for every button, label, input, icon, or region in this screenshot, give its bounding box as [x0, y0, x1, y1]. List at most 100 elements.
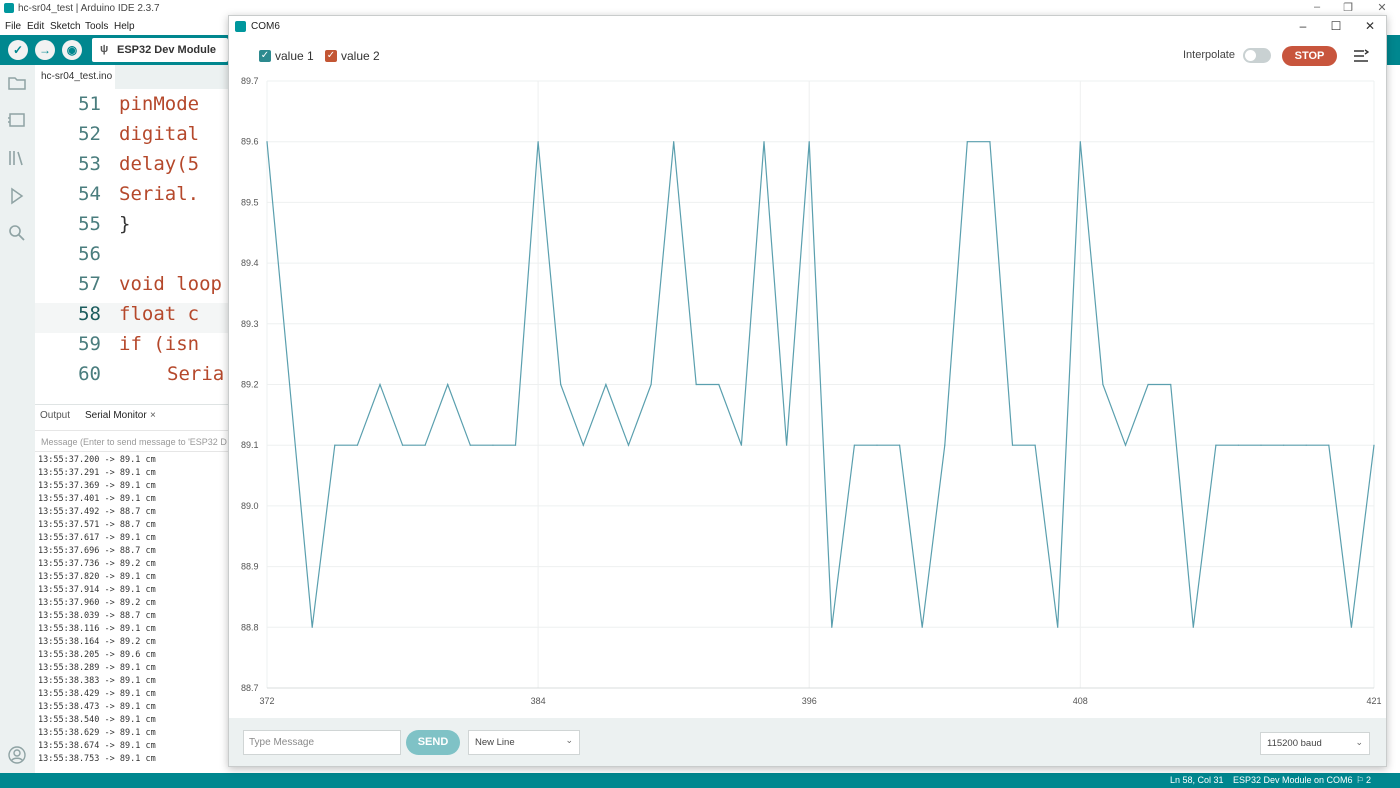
- x-tick-label: 372: [259, 696, 274, 706]
- code-line: 60 Seria: [35, 363, 230, 393]
- baud-rate-value: 115200 baud: [1267, 738, 1322, 749]
- data-point: [740, 444, 743, 446]
- plot-area: 89.7 89.6 89.5 89.4 89.3 89.2 89.1 89.0 88.9 88.8…: [229, 76, 1386, 716]
- data-point: [944, 444, 946, 446]
- legend-label: value 1: [275, 49, 314, 63]
- close-icon[interactable]: ✕: [1375, 1, 1389, 14]
- chevron-down-icon: ⌄: [565, 735, 573, 745]
- code-text: Seria: [167, 363, 225, 385]
- menu-sketch[interactable]: Sketch: [50, 21, 81, 32]
- account-icon[interactable]: [7, 745, 27, 765]
- close-icon[interactable]: ✕: [1362, 19, 1378, 33]
- data-point: [605, 383, 607, 386]
- data-point: [853, 444, 855, 446]
- log-line: 13:55:37.914 -> 89.1 cm: [38, 585, 156, 595]
- menu-help[interactable]: Help: [114, 21, 135, 32]
- line-number: 54: [78, 183, 101, 205]
- board-manager-icon[interactable]: [7, 110, 27, 130]
- data-point: [898, 444, 901, 446]
- ide-sidebar: [0, 65, 35, 773]
- data-point: [1237, 444, 1240, 446]
- data-point: [876, 444, 878, 446]
- notification-icon[interactable]: ⚐: [1356, 775, 1364, 786]
- data-point: [921, 626, 923, 628]
- menu-edit[interactable]: Edit: [27, 21, 44, 32]
- checkbox-checked-icon[interactable]: ✓: [325, 50, 337, 62]
- close-tab-icon[interactable]: ×: [150, 410, 156, 421]
- line-ending-select[interactable]: New Line ⌄: [468, 730, 580, 755]
- data-point: [424, 444, 426, 446]
- minimize-icon[interactable]: –: [1310, 1, 1324, 13]
- data-point: [379, 383, 381, 386]
- data-point: [537, 141, 539, 143]
- arduino-app-icon: [4, 3, 14, 13]
- debug-icon[interactable]: ◉: [62, 40, 82, 60]
- line-number: 60: [78, 363, 101, 385]
- data-point: [966, 141, 968, 143]
- library-icon[interactable]: [7, 148, 27, 168]
- data-point: [1057, 626, 1059, 628]
- data-point: [447, 383, 449, 386]
- line-number: 56: [78, 243, 101, 265]
- file-tab[interactable]: hc-sr04_test.ino: [35, 65, 115, 89]
- clear-menu-icon[interactable]: [1353, 48, 1369, 64]
- search-icon[interactable]: [7, 223, 27, 243]
- arduino-app-icon: [235, 21, 246, 32]
- data-point: [560, 383, 562, 386]
- y-tick-label: 89.1: [241, 440, 259, 450]
- log-line: 13:55:38.629 -> 89.1 cm: [38, 728, 156, 738]
- code-line: 51 pinMode: [35, 93, 230, 123]
- data-point: [763, 141, 765, 143]
- log-line: 13:55:38.753 -> 89.1 cm: [38, 754, 156, 764]
- baud-rate-select[interactable]: 115200 baud ⌄: [1260, 732, 1370, 755]
- y-tick-label: 88.7: [241, 683, 259, 693]
- message-input[interactable]: Type Message: [243, 730, 401, 755]
- line-number: 51: [78, 93, 101, 115]
- data-point: [1192, 626, 1194, 628]
- y-tick-label: 89.3: [241, 319, 259, 329]
- tab-serial-monitor[interactable]: Serial Monitor: [85, 410, 147, 421]
- serial-monitor-input[interactable]: Message (Enter to send message to 'ESP32…: [35, 430, 230, 452]
- maximize-icon[interactable]: ❐: [1341, 1, 1355, 14]
- log-line: 13:55:37.571 -> 88.7 cm: [38, 520, 156, 530]
- verify-icon[interactable]: ✓: [8, 40, 28, 60]
- code-text: delay(5: [119, 153, 200, 175]
- checkbox-checked-icon[interactable]: ✓: [259, 50, 271, 62]
- data-point: [334, 444, 336, 446]
- log-line: 13:55:38.205 -> 89.6 cm: [38, 650, 156, 660]
- data-point: [1260, 444, 1262, 446]
- log-line: 13:55:37.820 -> 89.1 cm: [38, 572, 156, 582]
- data-point: [1124, 444, 1127, 446]
- log-line: 13:55:37.617 -> 89.1 cm: [38, 533, 156, 543]
- data-point: [492, 444, 494, 446]
- data-point: [1102, 383, 1104, 386]
- y-tick-label: 89.6: [241, 137, 259, 147]
- x-tick-label: 396: [802, 696, 817, 706]
- code-line-current: 58 float c: [35, 303, 230, 333]
- interpolate-toggle[interactable]: [1243, 48, 1271, 63]
- code-editor[interactable]: 51 pinMode 52 digital 53 delay(5 54 Serial. …: [35, 89, 230, 404]
- maximize-icon[interactable]: ☐: [1328, 19, 1344, 33]
- data-point: [356, 444, 358, 446]
- code-text: float c: [119, 303, 200, 325]
- data-point: [514, 444, 517, 446]
- data-point: [1350, 626, 1353, 628]
- debug-run-icon[interactable]: [7, 186, 27, 206]
- menu-tools[interactable]: Tools: [85, 21, 108, 32]
- folder-icon[interactable]: [7, 73, 27, 93]
- line-number: 59: [78, 333, 101, 355]
- stop-button[interactable]: STOP: [1282, 46, 1337, 66]
- board-selector[interactable]: ψ ESP32 Dev Module: [92, 38, 228, 62]
- minimize-icon[interactable]: –: [1295, 19, 1311, 33]
- data-point: [288, 383, 291, 386]
- send-button[interactable]: SEND: [406, 730, 460, 755]
- code-text: digital: [119, 123, 200, 145]
- toggle-knob: [1245, 50, 1256, 61]
- log-line: 13:55:38.383 -> 89.1 cm: [38, 676, 156, 686]
- log-line: 13:55:38.289 -> 89.1 cm: [38, 663, 156, 673]
- tab-output[interactable]: Output: [40, 410, 70, 421]
- upload-icon[interactable]: →: [35, 40, 55, 60]
- log-line: 13:55:37.369 -> 89.1 cm: [38, 481, 156, 491]
- menu-file[interactable]: File: [5, 21, 21, 32]
- data-point: [1011, 444, 1014, 446]
